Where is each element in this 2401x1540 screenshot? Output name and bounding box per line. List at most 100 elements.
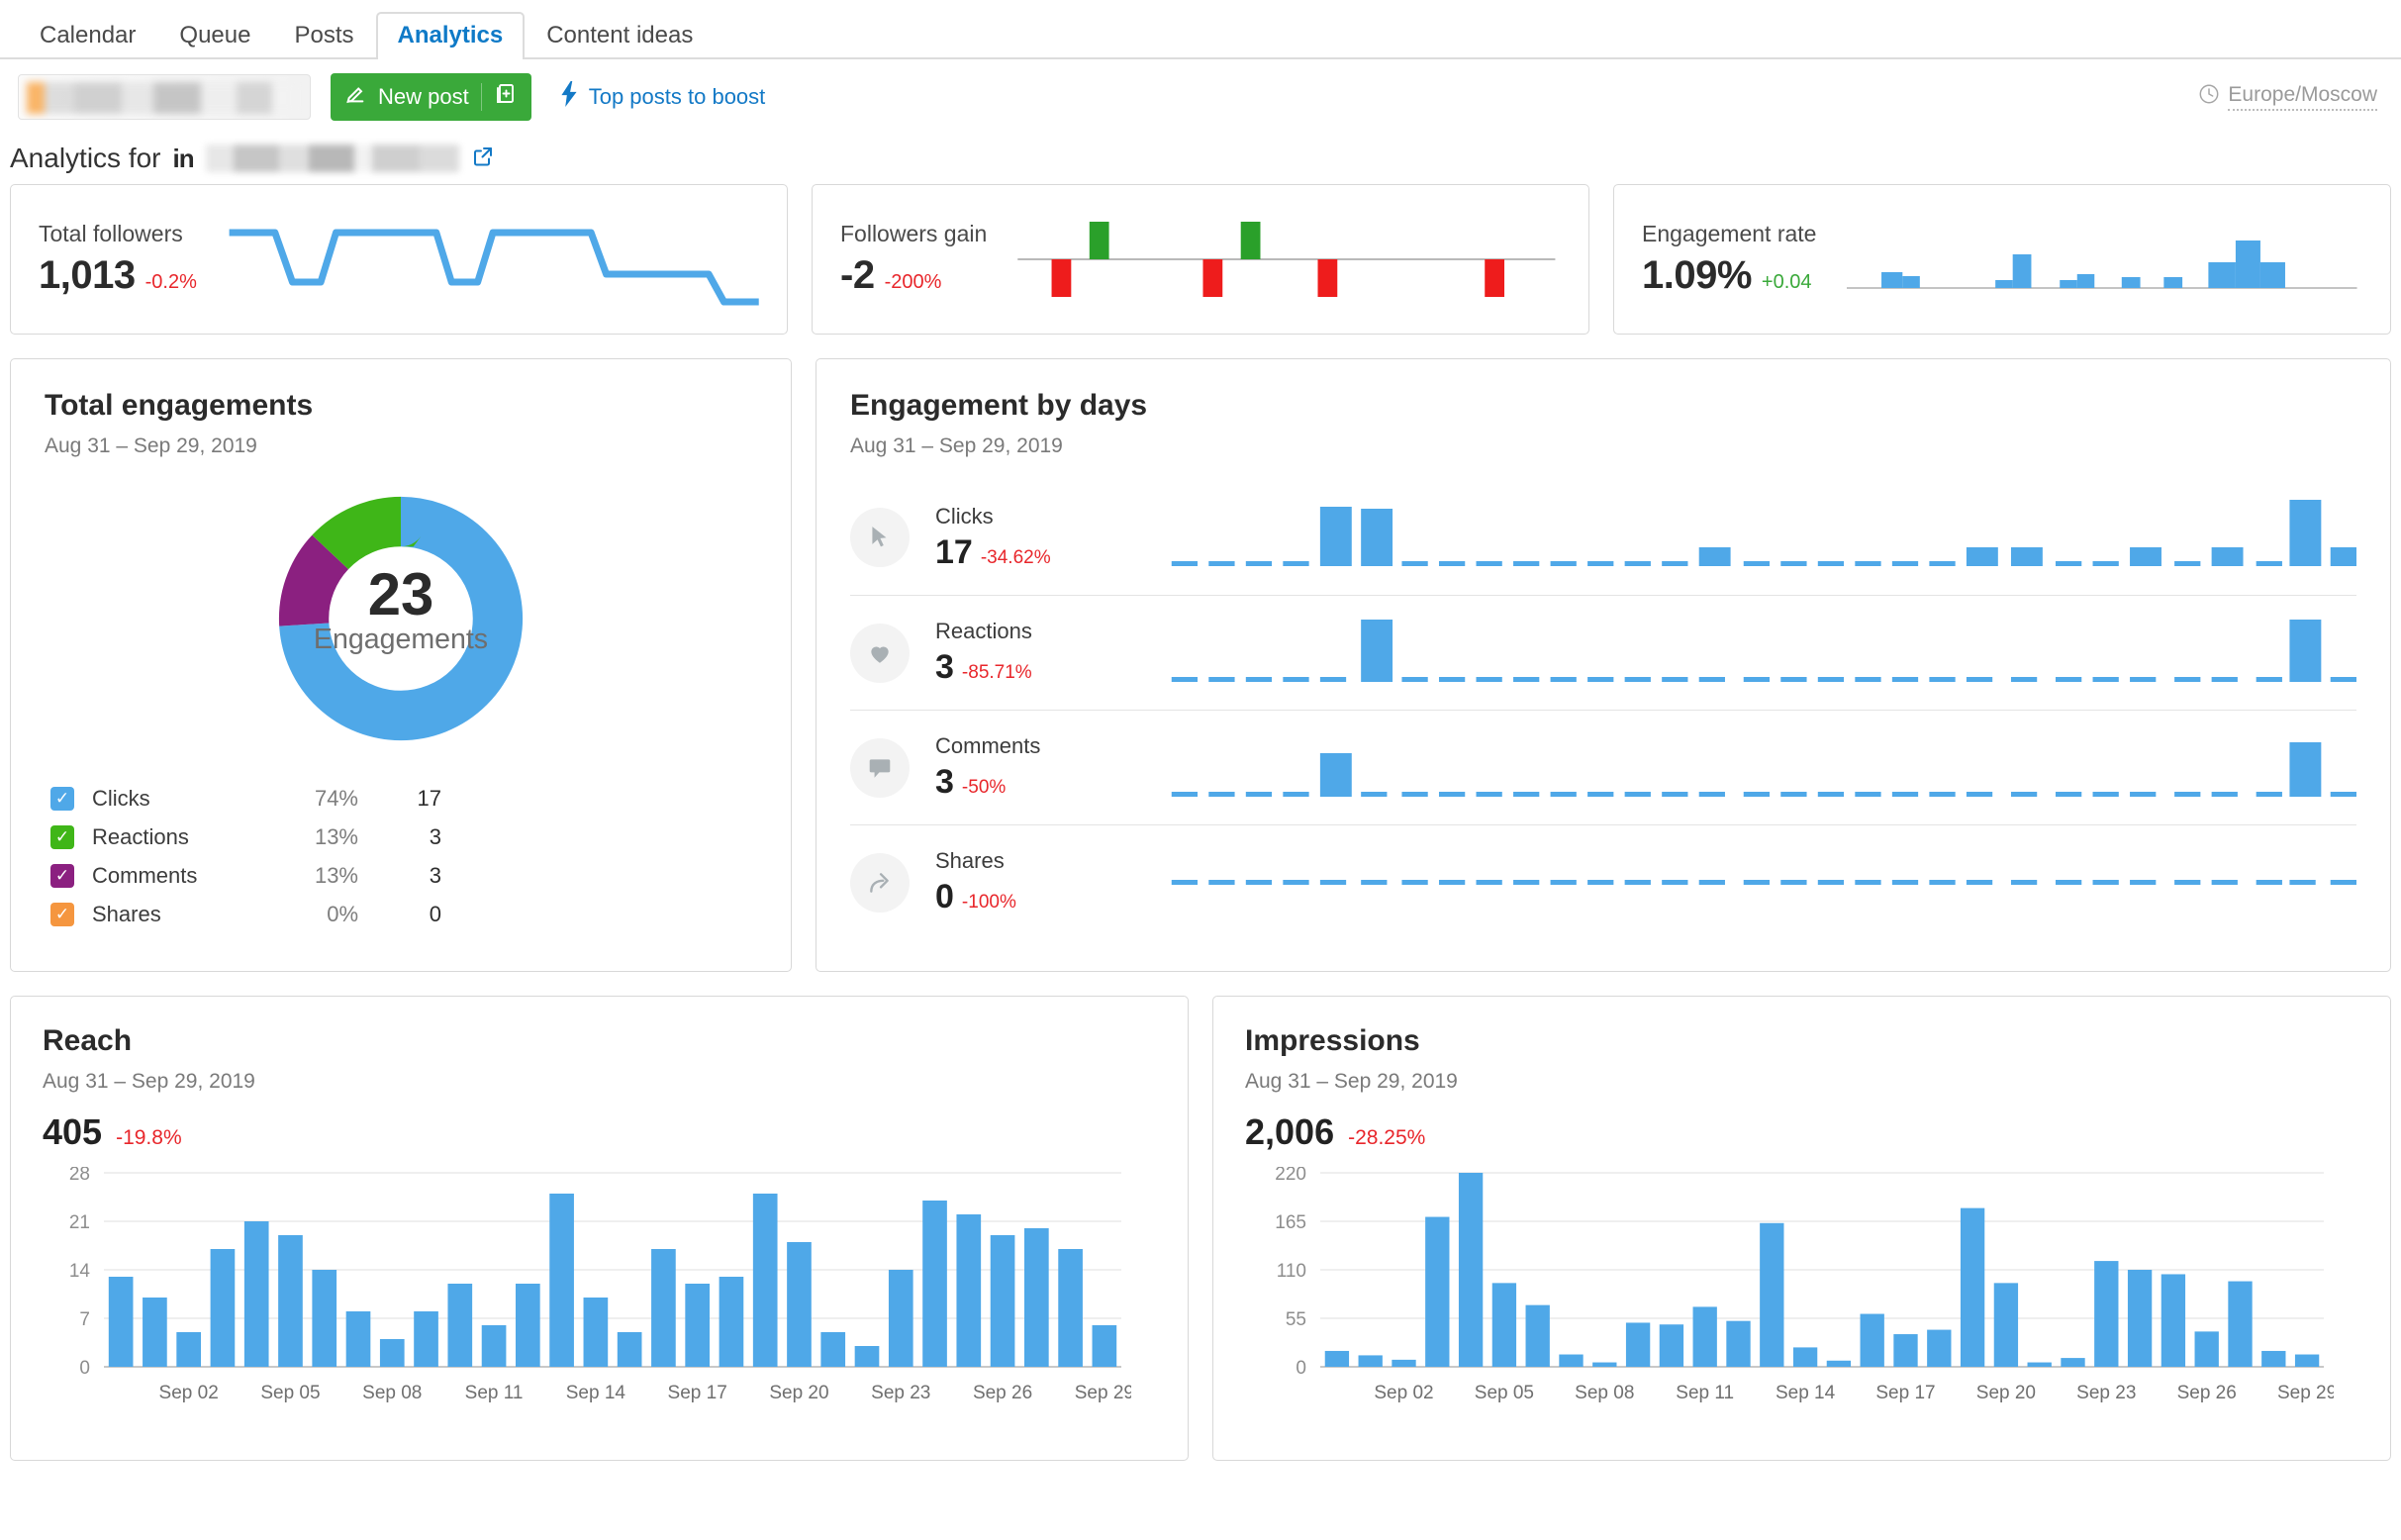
impressions-bar-chart: 0 55 110 165 220 Sep 02 Sep 05 Sep 08 Sep 11 Sep … xyxy=(1245,1164,2358,1419)
tab-calendar[interactable]: Calendar xyxy=(18,12,157,59)
kpi-value: 1.09% xyxy=(1642,253,1752,297)
bar[interactable] xyxy=(143,1298,167,1367)
bar[interactable] xyxy=(956,1214,982,1367)
card-title: Impressions xyxy=(1245,1024,1420,1057)
bar[interactable] xyxy=(1491,1283,1517,1367)
checkbox-clicks[interactable]: ✓ xyxy=(50,786,74,811)
impressions-value: 2,006 xyxy=(1245,1111,1335,1152)
bar[interactable] xyxy=(1692,1306,1717,1367)
bar[interactable] xyxy=(854,1346,880,1367)
legend-percent: 13% xyxy=(314,862,358,888)
account-selector[interactable] xyxy=(18,74,311,120)
x-axis-tick: Sep 02 xyxy=(1374,1383,1433,1403)
bar[interactable] xyxy=(1893,1334,1918,1367)
bar[interactable] xyxy=(312,1270,337,1367)
bar[interactable] xyxy=(990,1235,1015,1367)
bar[interactable] xyxy=(1927,1329,1952,1367)
bar[interactable] xyxy=(1860,1313,1884,1367)
bar[interactable] xyxy=(1425,1216,1450,1367)
kpi-label: Followers gain xyxy=(840,221,988,246)
bar[interactable] xyxy=(651,1249,676,1367)
heart-icon xyxy=(850,623,910,683)
legend-item-comments[interactable]: ✓ Comments 13% 3 xyxy=(50,856,757,895)
kpi-row: Total followers 1,013 -0.2% Followers ga… xyxy=(0,184,2401,335)
bar[interactable] xyxy=(685,1284,711,1367)
bar[interactable] xyxy=(1559,1354,1584,1367)
timezone-selector[interactable]: Europe/Moscow xyxy=(2198,83,2377,111)
bar[interactable] xyxy=(2261,1350,2286,1367)
bar[interactable] xyxy=(549,1194,574,1367)
bar[interactable] xyxy=(2294,1354,2320,1367)
top-posts-to-boost-link[interactable]: Top posts to boost xyxy=(559,81,765,113)
bar[interactable] xyxy=(243,1221,269,1367)
total-engagements-card: Total engagements Aug 31 – Sep 29, 2019 … xyxy=(10,358,792,972)
kpi-delta: -200% xyxy=(884,271,942,293)
bar[interactable] xyxy=(583,1298,609,1367)
clock-icon xyxy=(2198,83,2220,111)
checkbox-reactions[interactable]: ✓ xyxy=(50,824,74,849)
legend-item-reactions[interactable]: ✓ Reactions 13% 3 xyxy=(50,818,757,856)
bar[interactable] xyxy=(1092,1325,1117,1367)
bar[interactable] xyxy=(379,1339,405,1367)
bar[interactable] xyxy=(1792,1347,1818,1367)
y-axis-tick: 55 xyxy=(1286,1309,1306,1330)
bar[interactable] xyxy=(1625,1322,1651,1367)
tab-content-ideas[interactable]: Content ideas xyxy=(525,12,715,59)
bar[interactable] xyxy=(1358,1355,1383,1367)
bar[interactable] xyxy=(210,1249,236,1367)
bar[interactable] xyxy=(2161,1274,2186,1367)
x-axis-tick: Sep 20 xyxy=(1976,1383,2036,1403)
bar[interactable] xyxy=(2061,1358,2085,1367)
bar[interactable] xyxy=(1760,1222,1784,1367)
checkbox-comments[interactable]: ✓ xyxy=(50,863,74,888)
add-to-queue-icon[interactable] xyxy=(494,82,518,112)
tab-queue[interactable]: Queue xyxy=(157,12,272,59)
bar[interactable] xyxy=(922,1201,947,1367)
bar[interactable] xyxy=(719,1277,744,1367)
tab-analytics[interactable]: Analytics xyxy=(375,12,526,61)
bar[interactable] xyxy=(787,1242,812,1367)
external-link-icon[interactable] xyxy=(471,144,495,173)
bar[interactable] xyxy=(1826,1360,1852,1367)
bar[interactable] xyxy=(1659,1324,1684,1367)
bar[interactable] xyxy=(2027,1362,2052,1367)
bar[interactable] xyxy=(1324,1350,1350,1367)
metric-delta: -34.62% xyxy=(980,546,1051,568)
bar[interactable] xyxy=(820,1332,846,1367)
legend-item-shares[interactable]: ✓ Shares 0% 0 xyxy=(50,895,757,933)
tab-posts[interactable]: Posts xyxy=(272,12,375,59)
bar[interactable] xyxy=(1023,1228,1049,1367)
bar[interactable] xyxy=(2194,1331,2219,1367)
bar[interactable] xyxy=(278,1235,303,1367)
bar[interactable] xyxy=(752,1194,778,1367)
clicks-sparkline xyxy=(1168,490,2356,585)
bar[interactable] xyxy=(447,1284,473,1367)
legend-item-clicks[interactable]: ✓ Clicks 74% 17 xyxy=(50,779,757,818)
bar[interactable] xyxy=(1993,1283,2019,1367)
bar[interactable] xyxy=(108,1277,134,1367)
mid-row: Total engagements Aug 31 – Sep 29, 2019 … xyxy=(0,335,2401,972)
bar[interactable] xyxy=(1960,1207,1985,1367)
bar[interactable] xyxy=(1726,1320,1751,1367)
bar[interactable] xyxy=(1058,1249,1083,1367)
bar[interactable] xyxy=(345,1311,371,1367)
x-axis-tick: Sep 23 xyxy=(2076,1383,2136,1403)
bar[interactable] xyxy=(2228,1281,2253,1367)
bar[interactable] xyxy=(2094,1261,2119,1367)
bar[interactable] xyxy=(1525,1304,1550,1367)
bar[interactable] xyxy=(515,1284,540,1367)
engagement-rate-sparkline xyxy=(1842,205,2362,314)
x-axis-tick: Sep 08 xyxy=(1575,1383,1634,1403)
bar[interactable] xyxy=(617,1332,642,1367)
bar[interactable] xyxy=(2127,1270,2153,1367)
metric-value: 0 xyxy=(935,878,954,915)
bar[interactable] xyxy=(1392,1359,1416,1367)
bar[interactable] xyxy=(1458,1173,1484,1367)
bar[interactable] xyxy=(1592,1362,1617,1367)
bar[interactable] xyxy=(176,1332,202,1367)
bar[interactable] xyxy=(414,1311,438,1367)
bar[interactable] xyxy=(888,1270,913,1367)
new-post-button[interactable]: New post xyxy=(331,73,531,121)
bar[interactable] xyxy=(481,1325,507,1367)
checkbox-shares[interactable]: ✓ xyxy=(50,902,74,926)
